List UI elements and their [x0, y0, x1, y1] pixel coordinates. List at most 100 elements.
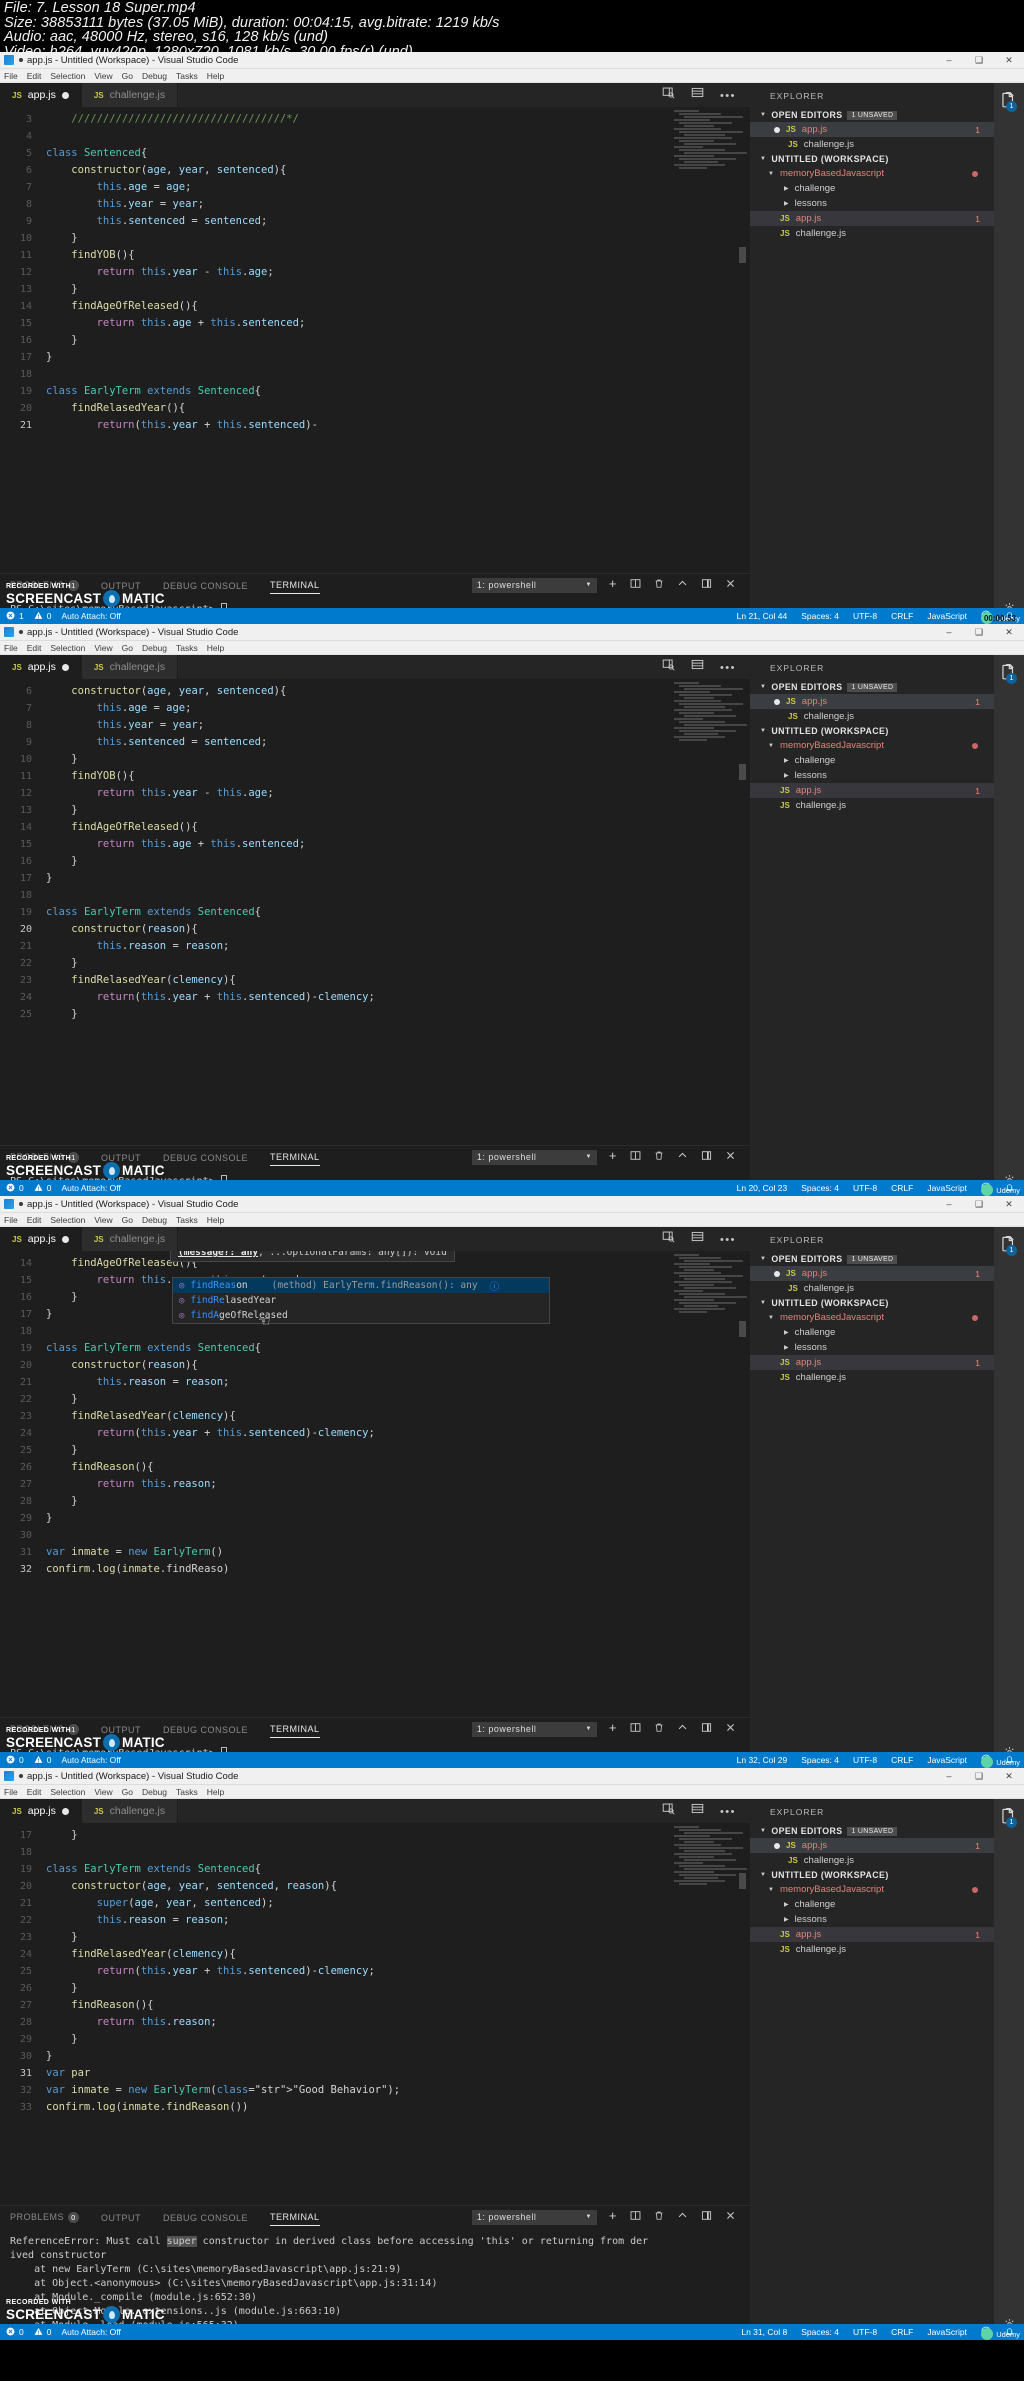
- folder-row-challenge[interactable]: ▶ challenge: [750, 1325, 994, 1340]
- close-button[interactable]: ✕: [994, 1196, 1024, 1213]
- code-line[interactable]: 14 findAgeOfReleased(){: [0, 819, 750, 836]
- folder-row-challenge[interactable]: ▶ challenge: [750, 753, 994, 768]
- split-editor-icon[interactable]: [662, 1230, 675, 1248]
- chevron-up-icon[interactable]: [677, 578, 688, 592]
- eol-setting[interactable]: CRLF: [891, 1183, 913, 1193]
- menu-item-view[interactable]: View: [94, 71, 112, 81]
- add-terminal-icon[interactable]: +: [609, 577, 617, 592]
- split-editor-icon[interactable]: [662, 658, 675, 676]
- language-mode[interactable]: JavaScript: [927, 2327, 967, 2337]
- open-editors-section-header[interactable]: ▼ OPEN EDITORS 1 UNSAVED: [750, 680, 994, 694]
- menu-item-help[interactable]: Help: [207, 71, 224, 81]
- workspace-section-header[interactable]: ▼ UNTITLED (WORKSPACE): [750, 1868, 994, 1882]
- split-terminal-icon[interactable]: [630, 578, 641, 592]
- terminal-select[interactable]: 1: powershell ▼: [471, 577, 597, 593]
- file-row-challenge-js[interactable]: JS challenge.js: [750, 1942, 994, 1957]
- code-line[interactable]: 19 class EarlyTerm extends Sentenced{: [0, 1340, 750, 1357]
- code-line[interactable]: 20 constructor(reason){: [0, 921, 750, 938]
- code-line[interactable]: 21 super(age, year, sentenced);: [0, 1895, 750, 1912]
- code-content[interactable]: 6 constructor(age, year, sentenced){7 th…: [0, 679, 750, 1023]
- code-line[interactable]: 13 }: [0, 281, 750, 298]
- code-line[interactable]: 9 this.sentenced = sentenced;: [0, 734, 750, 751]
- more-actions-icon[interactable]: •••: [720, 1230, 736, 1248]
- explorer-icon[interactable]: 1: [999, 1807, 1019, 1828]
- code-line[interactable]: 20 findRelasedYear(){: [0, 400, 750, 417]
- open-editors-section-header[interactable]: ▼ OPEN EDITORS 1 UNSAVED: [750, 1252, 994, 1266]
- workspace-section-header[interactable]: ▼ UNTITLED (WORKSPACE): [750, 152, 994, 166]
- menu-item-view[interactable]: View: [94, 643, 112, 653]
- code-line[interactable]: 20 constructor(reason){: [0, 1357, 750, 1374]
- folder-row-memorybasedjavascript[interactable]: ▼ memoryBasedJavascript: [750, 166, 994, 181]
- code-line[interactable]: 16 }: [0, 332, 750, 349]
- suggestion-widget[interactable]: ◎ findReason (method) EarlyTerm.findReas…: [172, 1277, 550, 1324]
- menu-item-edit[interactable]: Edit: [27, 1215, 42, 1225]
- warning-icon[interactable]: [34, 1183, 43, 1194]
- code-line[interactable]: 23 findRelasedYear(clemency){: [0, 972, 750, 989]
- toggle-layout-icon[interactable]: [691, 1230, 704, 1248]
- code-line[interactable]: 18: [0, 1844, 750, 1861]
- menu-item-go[interactable]: Go: [122, 643, 133, 653]
- file-row-app-js[interactable]: JS app.js 1: [750, 211, 994, 226]
- panel-tab-debug-console[interactable]: DEBUG CONSOLE: [163, 1721, 248, 1738]
- code-line[interactable]: 29}: [0, 1510, 750, 1527]
- split-terminal-icon[interactable]: [630, 1150, 641, 1164]
- code-line[interactable]: 32 confirm.log(inmate.findReaso): [0, 1561, 750, 1578]
- code-line[interactable]: 24 return(this.year + this.sentenced)-cl…: [0, 1425, 750, 1442]
- kill-terminal-icon[interactable]: [654, 1722, 664, 1736]
- maximize-panel-icon[interactable]: [701, 1150, 712, 1164]
- code-line[interactable]: 14 findAgeOfReleased(){: [0, 298, 750, 315]
- code-line[interactable]: 27 findReason(){: [0, 1997, 750, 2014]
- panel-tab-terminal[interactable]: TERMINAL: [270, 1148, 320, 1166]
- encoding-setting[interactable]: UTF-8: [853, 1183, 877, 1193]
- language-mode[interactable]: JavaScript: [927, 1755, 967, 1765]
- code-line[interactable]: 31 var par: [0, 2065, 750, 2082]
- menu-item-tasks[interactable]: Tasks: [176, 71, 198, 81]
- maximize-button[interactable]: ❑: [964, 624, 994, 641]
- language-mode[interactable]: JavaScript: [927, 1183, 967, 1193]
- code-line[interactable]: 15 return this.age + this.sentenced;: [0, 836, 750, 853]
- eol-setting[interactable]: CRLF: [891, 611, 913, 621]
- cursor-position[interactable]: Ln 20, Col 23: [737, 1183, 788, 1193]
- error-icon[interactable]: [6, 1755, 15, 1766]
- file-row-challenge-js[interactable]: JS challenge.js: [750, 226, 994, 241]
- code-line[interactable]: 27 return this.reason;: [0, 1476, 750, 1493]
- code-line[interactable]: 32 var inmate = new EarlyTerm(class="str"…: [0, 2082, 750, 2099]
- code-content[interactable]: 3 //////////////////////////////////*/ 4 5…: [0, 107, 750, 434]
- explorer-icon[interactable]: 1: [999, 1235, 1019, 1256]
- code-line[interactable]: 18: [0, 366, 750, 383]
- auto-attach-status[interactable]: Auto Attach: Off: [61, 1755, 120, 1765]
- menu-item-selection[interactable]: Selection: [50, 71, 85, 81]
- editor-tab-challenge-js[interactable]: JS challenge.js: [81, 1227, 179, 1251]
- error-icon[interactable]: [6, 611, 15, 622]
- maximize-panel-icon[interactable]: [701, 1722, 712, 1736]
- workspace-section-header[interactable]: ▼ UNTITLED (WORKSPACE): [750, 1296, 994, 1310]
- suggestion-item[interactable]: ◎ findAgeOfReleased: [173, 1308, 549, 1323]
- warning-icon[interactable]: [34, 611, 43, 622]
- code-line[interactable]: 16 }: [0, 853, 750, 870]
- open-editor-row-app-js[interactable]: JS app.js 1: [750, 122, 994, 137]
- menu-item-selection[interactable]: Selection: [50, 1787, 85, 1797]
- code-line[interactable]: 4: [0, 128, 750, 145]
- split-terminal-icon[interactable]: [630, 2210, 641, 2224]
- code-line[interactable]: 11 findYOB(){: [0, 247, 750, 264]
- code-line[interactable]: 9 this.sentenced = sentenced;: [0, 213, 750, 230]
- open-editors-section-header[interactable]: ▼ OPEN EDITORS 1 UNSAVED: [750, 1824, 994, 1838]
- maximize-button[interactable]: ❑: [964, 1768, 994, 1785]
- kill-terminal-icon[interactable]: [654, 2210, 664, 2224]
- code-line[interactable]: 25 return(this.year + this.sentenced)-cl…: [0, 1963, 750, 1980]
- code-line[interactable]: 30: [0, 1527, 750, 1544]
- minimap[interactable]: [674, 682, 747, 741]
- toggle-layout-icon[interactable]: [691, 86, 704, 104]
- editor-tab-challenge-js[interactable]: JS challenge.js: [81, 655, 179, 679]
- panel-tab-problems[interactable]: PROBLEMS 0: [10, 2208, 80, 2226]
- close-button[interactable]: ✕: [994, 52, 1024, 69]
- add-terminal-icon[interactable]: +: [609, 1149, 617, 1164]
- language-mode[interactable]: JavaScript: [927, 611, 967, 621]
- kill-terminal-icon[interactable]: [654, 578, 664, 592]
- menu-item-debug[interactable]: Debug: [142, 1215, 167, 1225]
- code-line[interactable]: 6 constructor(age, year, sentenced){: [0, 683, 750, 700]
- close-panel-icon[interactable]: [725, 2210, 736, 2224]
- code-line[interactable]: 10 }: [0, 751, 750, 768]
- code-editor[interactable]: 14 findAgeOfReleased(){15 return this.ag…: [0, 1251, 750, 1717]
- editor-tab-challenge-js[interactable]: JS challenge.js: [81, 1799, 179, 1823]
